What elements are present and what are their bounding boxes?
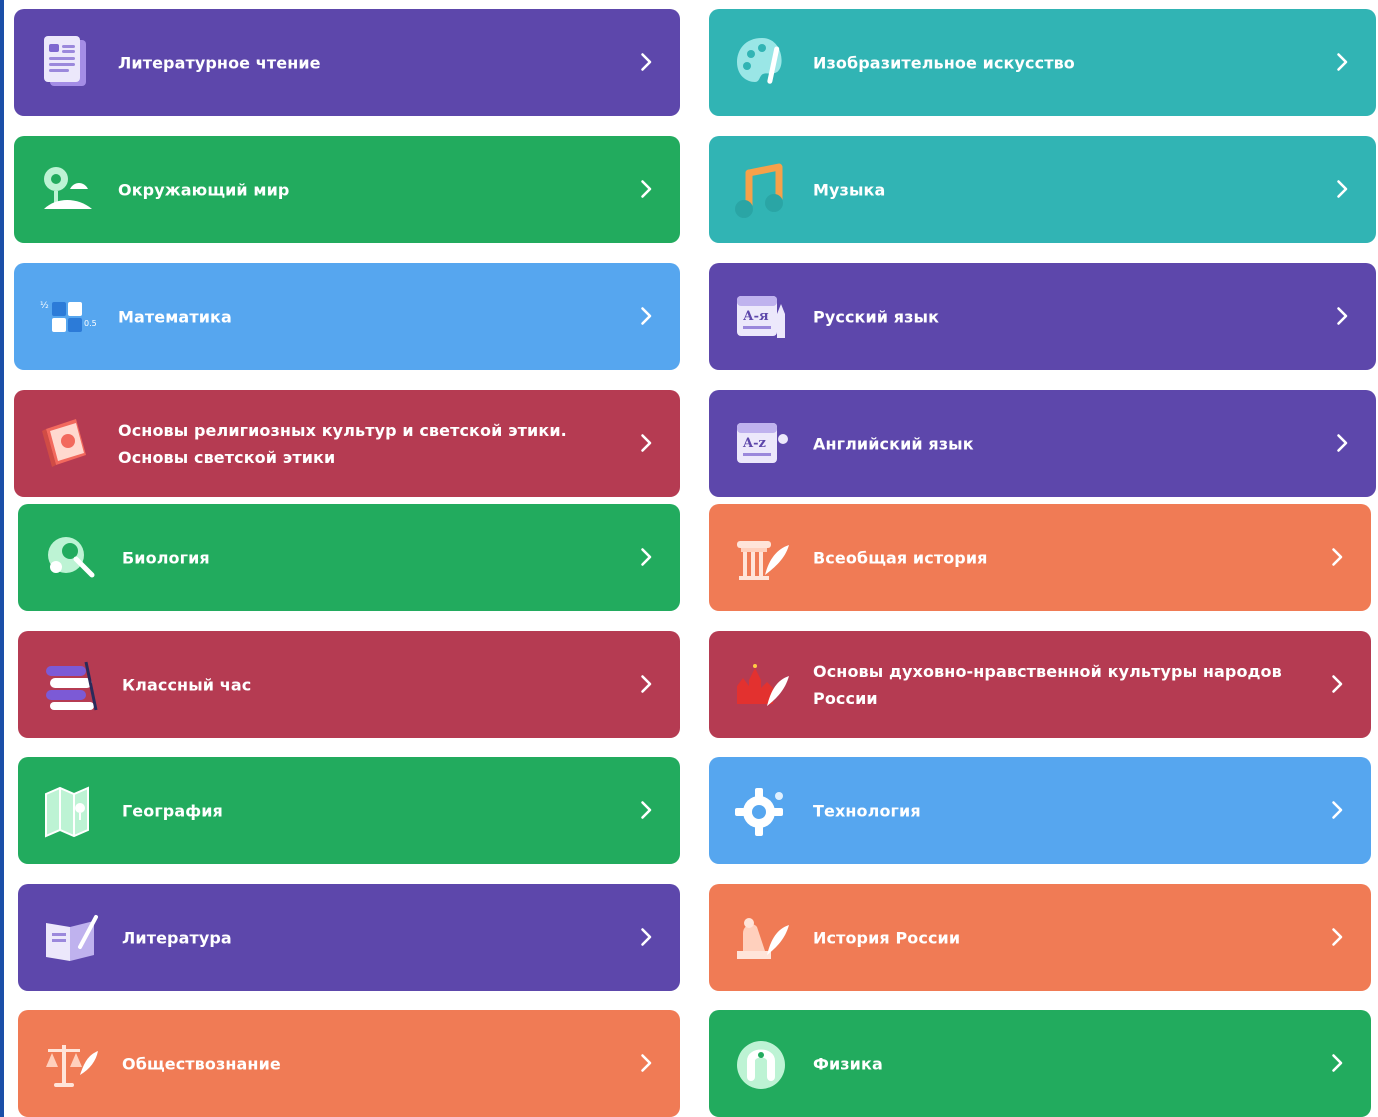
svg-text:A-z: A-z <box>742 436 766 451</box>
chevron-right-icon <box>1325 672 1349 696</box>
subject-label: Классный час <box>122 675 252 694</box>
chevron-right-icon <box>1330 177 1354 201</box>
subject-label: Литература <box>122 928 232 947</box>
svg-text:А-я: А-я <box>743 309 769 324</box>
english-alphabet-icon: A-z <box>731 413 793 475</box>
page-left-edge <box>0 0 4 1117</box>
subject-label: Окружающий мир <box>118 180 290 199</box>
chevron-right-icon <box>634 672 658 696</box>
subject-card[interactable]: А-я Русский язык <box>709 263 1376 370</box>
book-pages-icon <box>36 32 98 94</box>
books-stack-icon <box>40 654 102 716</box>
palette-icon <box>731 32 793 94</box>
russian-alphabet-icon: А-я <box>731 286 793 348</box>
subject-card[interactable]: Основы религиозных культур и светской эт… <box>14 390 680 497</box>
svg-text:0.5: 0.5 <box>84 319 97 328</box>
subject-card[interactable]: Основы духовно-нравственной культуры нар… <box>709 631 1371 738</box>
magnet-icon <box>731 1033 793 1095</box>
chevron-right-icon <box>1325 545 1349 569</box>
gear-icon <box>731 780 793 842</box>
ethics-book-icon <box>36 413 98 475</box>
subject-label: История России <box>813 928 961 947</box>
subject-card[interactable]: Физика <box>709 1010 1371 1117</box>
subject-label: Основы религиозных культур и светской эт… <box>118 420 567 467</box>
chevron-right-icon <box>1330 50 1354 74</box>
math-blocks-icon: ½ 0.5 <box>36 286 98 348</box>
nature-icon <box>36 159 98 221</box>
subject-label: Технология <box>813 801 921 820</box>
subject-card[interactable]: ½ 0.5 Математика <box>14 263 680 370</box>
subject-label: География <box>122 801 223 820</box>
music-note-icon <box>731 159 793 221</box>
subject-label: Английский язык <box>813 434 974 453</box>
monument-quill-icon <box>731 907 793 969</box>
subject-label: Всеобщая история <box>813 548 988 567</box>
subject-card[interactable]: Окружающий мир <box>14 136 680 243</box>
biology-icon <box>40 527 102 589</box>
subject-card[interactable]: Музыка <box>709 136 1376 243</box>
subject-card[interactable]: История России <box>709 884 1371 991</box>
subject-label: Математика <box>118 307 232 326</box>
svg-text:½: ½ <box>40 301 49 311</box>
subject-label: Музыка <box>813 180 886 199</box>
subject-card[interactable]: Литература <box>18 884 680 991</box>
subject-label: Изобразительное искусство <box>813 53 1075 72</box>
subject-card[interactable]: География <box>18 757 680 864</box>
subject-label: Основы духовно-нравственной культуры нар… <box>813 661 1282 708</box>
kremlin-quill-icon <box>731 654 793 716</box>
subject-card[interactable]: Обществознание <box>18 1010 680 1117</box>
subject-label: Физика <box>813 1054 883 1073</box>
chevron-right-icon <box>634 304 658 328</box>
chevron-right-icon <box>634 545 658 569</box>
chevron-right-icon <box>634 177 658 201</box>
subject-card[interactable]: A-z Английский язык <box>709 390 1376 497</box>
column-quill-icon <box>731 527 793 589</box>
subject-card[interactable]: Изобразительное искусство <box>709 9 1376 116</box>
chevron-right-icon <box>634 1051 658 1075</box>
subject-card[interactable]: Всеобщая история <box>709 504 1371 611</box>
chevron-right-icon <box>634 50 658 74</box>
scales-icon <box>40 1033 102 1095</box>
subject-card[interactable]: Технология <box>709 757 1371 864</box>
subject-label: Литературное чтение <box>118 53 321 72</box>
chevron-right-icon <box>1330 431 1354 455</box>
subject-card[interactable]: Литературное чтение <box>14 9 680 116</box>
subject-label: Биология <box>122 548 210 567</box>
chevron-right-icon <box>634 925 658 949</box>
open-book-icon <box>40 907 102 969</box>
chevron-right-icon <box>634 431 658 455</box>
chevron-right-icon <box>1325 798 1349 822</box>
map-icon <box>40 780 102 842</box>
subject-label: Обществознание <box>122 1054 281 1073</box>
subject-label: Русский язык <box>813 307 940 326</box>
chevron-right-icon <box>1325 925 1349 949</box>
chevron-right-icon <box>634 798 658 822</box>
chevron-right-icon <box>1330 304 1354 328</box>
subject-card[interactable]: Классный час <box>18 631 680 738</box>
chevron-right-icon <box>1325 1051 1349 1075</box>
subject-card[interactable]: Биология <box>18 504 680 611</box>
